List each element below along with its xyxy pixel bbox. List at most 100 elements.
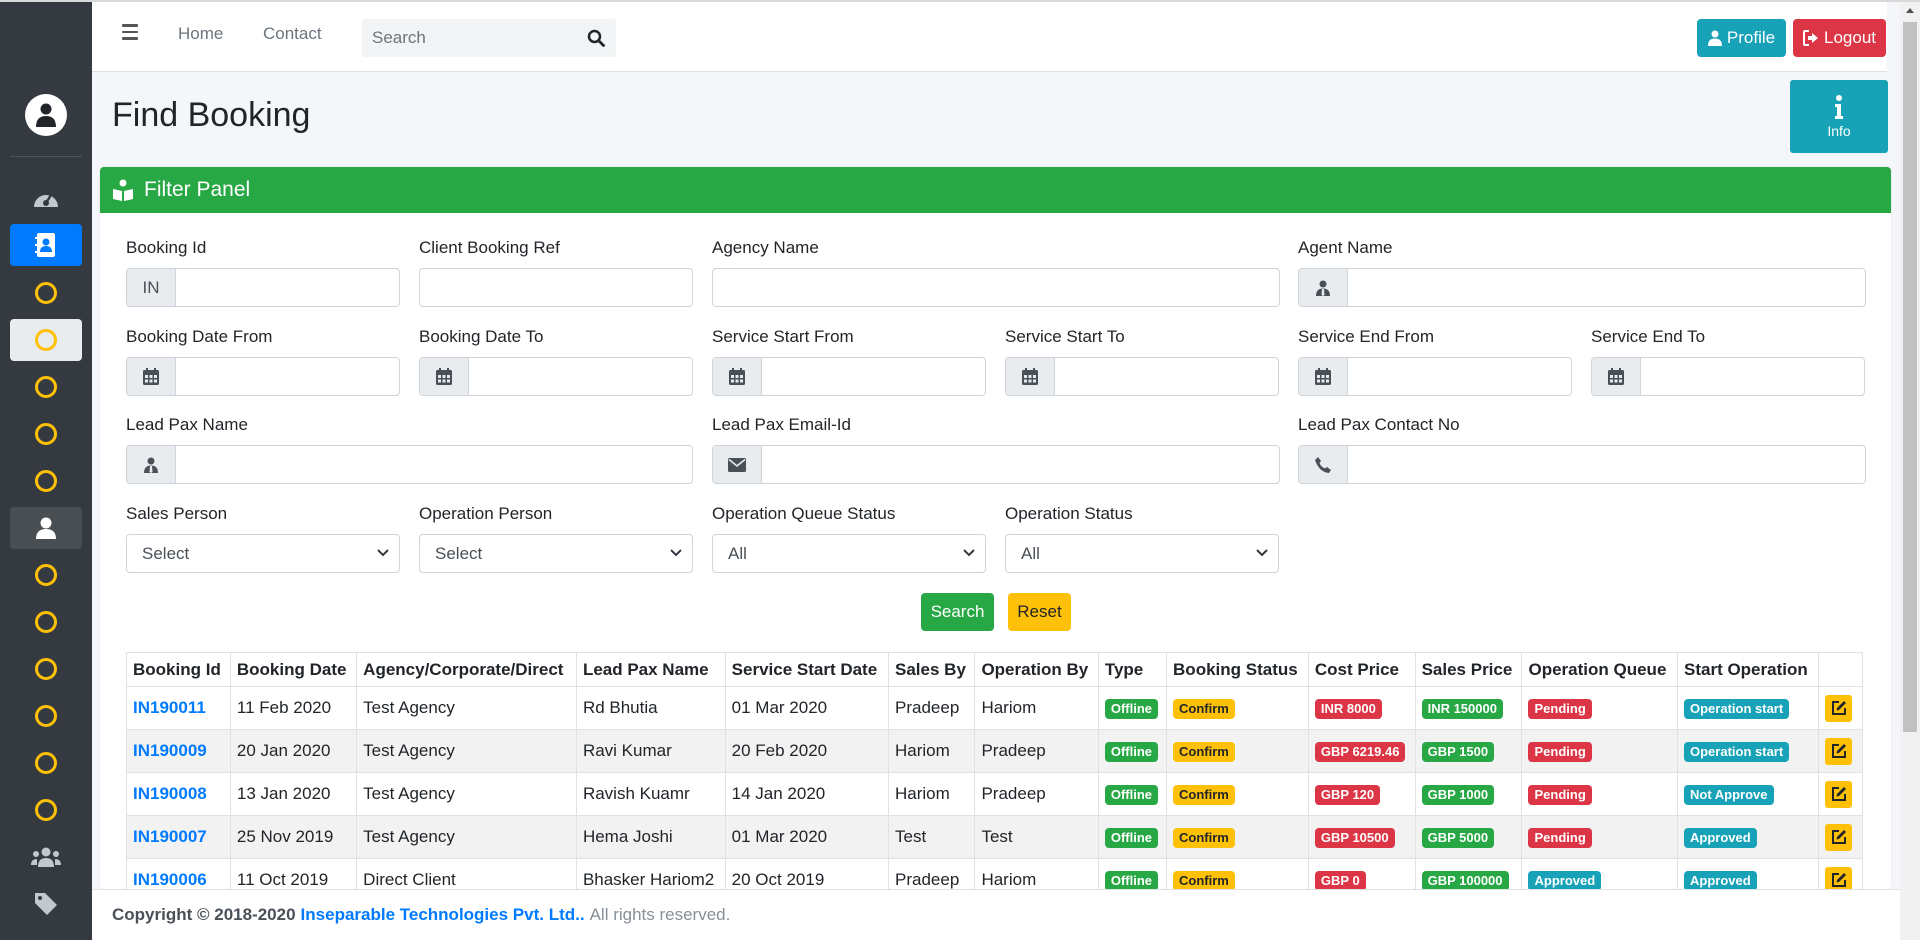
search-button[interactable] — [576, 19, 616, 57]
sidebar-item-users[interactable] — [10, 836, 82, 878]
filter-reset-button[interactable]: Reset — [1008, 593, 1071, 631]
hamburger-menu-icon[interactable] — [122, 24, 138, 44]
user-avatar-icon[interactable] — [25, 94, 67, 136]
service-end-from-field[interactable] — [1298, 357, 1572, 396]
edit-button[interactable] — [1825, 780, 1852, 808]
queue-badge: Pending — [1528, 827, 1592, 848]
users-icon — [31, 847, 61, 867]
calendar-icon — [1315, 368, 1331, 385]
sidebar-item-5[interactable] — [10, 460, 82, 502]
user-tie-icon — [1316, 280, 1330, 296]
search-input[interactable] — [362, 19, 576, 57]
logout-label: Logout — [1824, 28, 1876, 47]
booking-id-link[interactable]: IN190006 — [133, 870, 207, 889]
lead-pax-contact-label: Lead Pax Contact No — [1298, 415, 1460, 434]
edit-button[interactable] — [1825, 737, 1852, 765]
op-queue-status-value: All — [728, 543, 747, 563]
sidebar-item-1[interactable] — [10, 272, 82, 314]
operation-by: Pradeep — [974, 772, 1099, 816]
sidebar-item-11[interactable] — [10, 789, 82, 831]
sidebar-item-dashboard[interactable] — [10, 178, 82, 220]
client-booking-ref-input[interactable] — [419, 268, 693, 307]
booking-id-link[interactable]: IN190007 — [133, 827, 207, 846]
booking-date-from-field[interactable] — [126, 357, 400, 396]
sidebar-item-4[interactable] — [10, 413, 82, 455]
type-badge: Offline — [1104, 741, 1159, 762]
footer-company-link[interactable]: Inseparable Technologies Pvt. Ltd.. — [301, 905, 585, 925]
operation-person-select[interactable]: Select — [419, 534, 693, 573]
page-scrollbar[interactable] — [1900, 2, 1920, 940]
lead-pax-email-field[interactable] — [712, 445, 1280, 484]
sidebar-item-10[interactable] — [10, 742, 82, 784]
sidebar-item-8[interactable] — [10, 648, 82, 690]
booking-id-link[interactable]: IN190011 — [133, 698, 206, 717]
sidebar — [0, 2, 92, 940]
sidebar-item-6[interactable] — [10, 554, 82, 596]
cost-badge: GBP 120 — [1314, 784, 1381, 805]
chevron-down-icon — [670, 549, 682, 557]
contact-book-icon — [35, 233, 55, 257]
col-header: Service Start Date — [724, 652, 890, 687]
op-queue-status-select[interactable]: All — [712, 534, 986, 573]
start-op-badge: Not Approve — [1684, 784, 1774, 805]
circle-icon — [35, 752, 57, 774]
service-end-to-field[interactable] — [1591, 357, 1865, 396]
booking-id-link[interactable]: IN190009 — [133, 741, 207, 760]
profile-button[interactable]: Profile — [1697, 19, 1786, 57]
client-booking-ref-label: Client Booking Ref — [419, 238, 560, 257]
price-badge: INR 150000 — [1421, 698, 1503, 719]
agent-name-field[interactable] — [1298, 268, 1866, 307]
col-header: Booking Date — [229, 652, 358, 687]
booking-id-link[interactable]: IN190008 — [133, 784, 207, 803]
footer-copyright: Copyright © 2018-2020 — [112, 905, 296, 924]
col-header: Start Operation — [1677, 652, 1819, 687]
edit-button[interactable] — [1825, 694, 1852, 722]
info-button[interactable]: Info — [1790, 80, 1888, 153]
sidebar-item-3[interactable] — [10, 366, 82, 408]
sidebar-item-7[interactable] — [10, 601, 82, 643]
filter-panel-header: Filter Panel — [100, 167, 1891, 213]
op-status-label: Operation Status — [1005, 504, 1133, 523]
col-header: Type — [1097, 652, 1168, 687]
service-start-to-field[interactable] — [1005, 357, 1279, 396]
sidebar-item-9[interactable] — [10, 695, 82, 737]
logout-button[interactable]: Logout — [1793, 19, 1886, 57]
status-badge: Confirm — [1173, 827, 1235, 848]
operation-person-label: Operation Person — [419, 504, 553, 523]
service-start: 20 Feb 2020 — [724, 729, 890, 773]
calendar-icon — [729, 368, 745, 385]
nav-home-link[interactable]: Home — [178, 24, 223, 44]
operation-person-value: Select — [435, 543, 483, 563]
lead-pax-name-field[interactable] — [126, 445, 693, 484]
agency: Test Agency — [356, 772, 577, 816]
agency-name-input[interactable] — [712, 268, 1280, 307]
lead-pax-name-label: Lead Pax Name — [126, 415, 248, 434]
queue-badge: Pending — [1528, 784, 1592, 805]
sidebar-item-tags[interactable] — [10, 883, 82, 925]
start-op-badge: Approved — [1684, 827, 1757, 848]
service-start: 01 Mar 2020 — [724, 815, 890, 859]
lead-pax-contact-field[interactable] — [1298, 445, 1866, 484]
calendar-icon — [1022, 368, 1038, 385]
start-op-badge: Approved — [1684, 870, 1757, 891]
table-header-row: Booking Id Booking Date Agency/Corporate… — [126, 652, 1863, 687]
service-start-from-field[interactable] — [712, 357, 986, 396]
lead-pax: Ravish Kuamr — [575, 772, 726, 816]
sidebar-item-bookings[interactable] — [10, 224, 82, 266]
col-header — [1818, 652, 1863, 687]
user-tie-icon — [144, 457, 158, 473]
filter-panel-title: Filter Panel — [144, 178, 251, 201]
op-status-select[interactable]: All — [1005, 534, 1279, 573]
booking-date-to-field[interactable] — [419, 357, 693, 396]
sidebar-item-user[interactable] — [10, 507, 82, 549]
lead-pax: Ravi Kumar — [575, 729, 726, 773]
phone-icon — [1315, 456, 1331, 473]
filter-search-button[interactable]: Search — [921, 593, 994, 631]
sidebar-item-2[interactable] — [10, 319, 82, 361]
edit-button[interactable] — [1825, 823, 1852, 851]
booking-id-field[interactable]: IN — [126, 268, 400, 307]
sales-person-select[interactable]: Select — [126, 534, 400, 573]
scrollbar-thumb[interactable] — [1903, 22, 1917, 732]
info-icon — [1835, 94, 1843, 119]
nav-contact-link[interactable]: Contact — [263, 24, 322, 44]
